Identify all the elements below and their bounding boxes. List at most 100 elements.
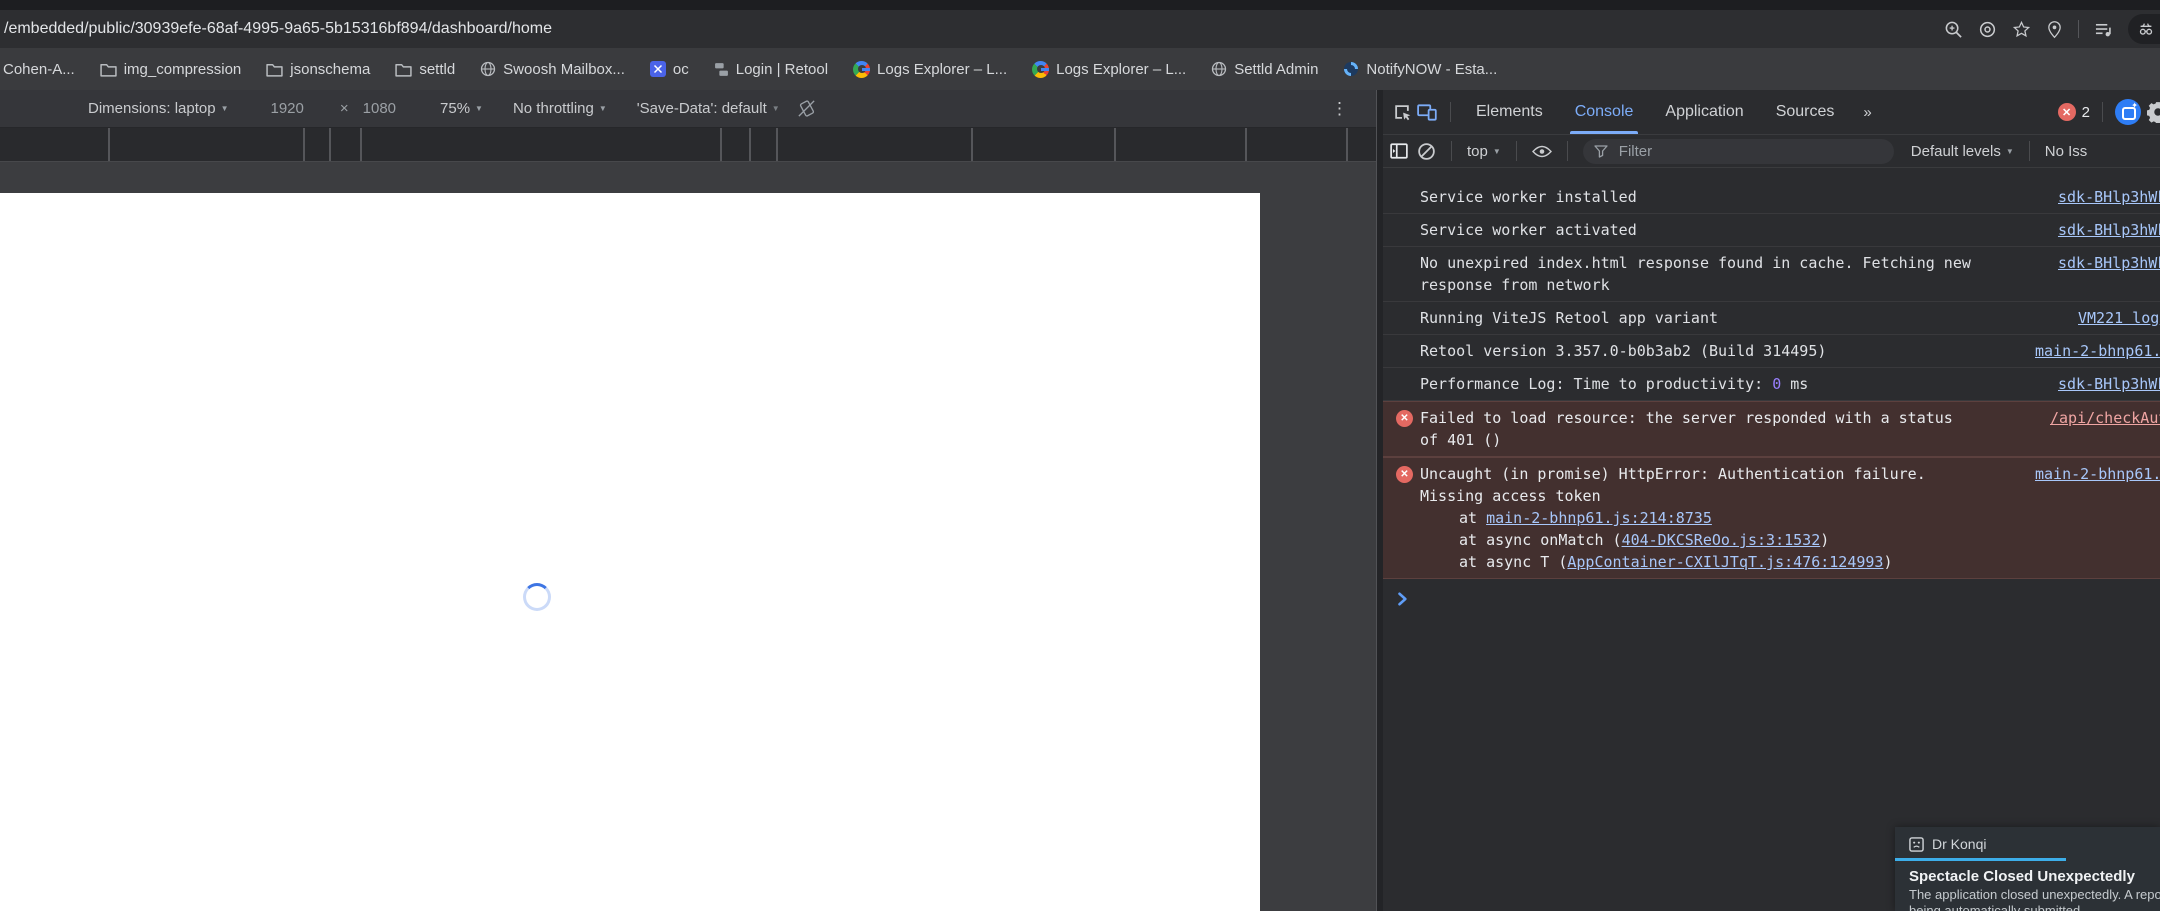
bookmark-item[interactable]: Logs Explorer – L... xyxy=(1032,60,1187,78)
settings-gear-icon[interactable] xyxy=(2147,101,2160,123)
retool-icon xyxy=(714,62,729,77)
chevron-down-icon: ▼ xyxy=(598,104,607,113)
device-select[interactable]: Dimensions: laptop ▼ xyxy=(88,100,229,117)
bookmark-item[interactable]: Logs Explorer – L... xyxy=(853,60,1007,78)
folder-icon xyxy=(395,62,412,77)
message-text: Service worker activated xyxy=(1420,221,1637,239)
page-viewport xyxy=(0,193,1260,911)
message-text: Failed to load resource: the server resp… xyxy=(1420,409,1953,449)
viewport-height-field[interactable]: 1080 xyxy=(363,100,396,117)
bookmark-item[interactable]: img_compression xyxy=(100,61,241,78)
throttling-select[interactable]: No throttling ▼ xyxy=(513,100,607,117)
divider xyxy=(2028,141,2030,161)
bookmark-item[interactable]: NotifyNOW - Esta... xyxy=(1343,61,1497,78)
location-pin-icon[interactable] xyxy=(2046,20,2063,39)
filter-box[interactable] xyxy=(1582,138,1894,164)
tab-separator xyxy=(749,128,751,161)
source-link[interactable]: VM221 log xyxy=(2078,307,2159,329)
globe-icon xyxy=(1211,61,1227,77)
device-toolbar: Dimensions: laptop ▼ 1920 × 1080 75% ▼ No … xyxy=(0,90,1376,128)
bookmark-label: Logs Explorer – L... xyxy=(1056,60,1187,78)
zoom-icon[interactable] xyxy=(1944,20,1963,39)
bookmark-item[interactable]: jsonschema xyxy=(266,61,370,78)
source-link[interactable]: sdk-BHlp3hWk xyxy=(2058,252,2160,274)
address-bar[interactable]: /embedded/public/30939efe-68af-4995-9a65… xyxy=(0,10,2160,48)
stack-link[interactable]: main-2-bhnp61.js:214:8735 xyxy=(1486,509,1712,527)
message-text: Running ViteJS Retool app variant xyxy=(1420,309,1719,327)
reader-eye-icon[interactable] xyxy=(1978,20,1997,39)
save-data-select[interactable]: 'Save-Data': default ▼ xyxy=(637,100,780,117)
media-playlist-icon[interactable] xyxy=(2094,21,2113,38)
notification-popup[interactable]: Dr Konqi Spectacle Closed Unexpectedly T… xyxy=(1895,827,2160,911)
devtools-resize-handle[interactable] xyxy=(1376,90,1383,911)
divider xyxy=(1450,102,1451,122)
error-badge[interactable]: ✕ 2 xyxy=(2057,103,2090,121)
bookmark-label: Cohen-A... xyxy=(3,60,75,78)
notification-header: Dr Konqi xyxy=(1909,836,2160,852)
devtools-panel: Elements Console Application Sources » ✕… xyxy=(1383,90,2160,911)
source-link[interactable]: main-2-bhnp61.j xyxy=(2035,463,2160,485)
tab-console[interactable]: Console xyxy=(1562,90,1647,134)
viewport-pane: Dimensions: laptop ▼ 1920 × 1080 75% ▼ No … xyxy=(0,90,1376,911)
device-toolbar-toggle-icon[interactable] xyxy=(1417,103,1438,121)
folder-icon xyxy=(266,62,283,77)
console-message: Performance Log: Time to productivity: 0… xyxy=(1383,368,2160,401)
window-top-strip xyxy=(0,0,2160,10)
source-link[interactable]: main-2-bhnp61.j xyxy=(2035,340,2160,362)
url-text[interactable]: /embedded/public/30939efe-68af-4995-9a65… xyxy=(4,20,552,38)
clear-console-icon[interactable] xyxy=(1417,142,1436,161)
device-select-label: Dimensions: laptop xyxy=(88,100,216,117)
zoom-select[interactable]: 75% ▼ xyxy=(440,100,483,117)
source-link[interactable]: sdk-BHlp3hWk xyxy=(2058,373,2160,395)
profile-chip[interactable] xyxy=(2128,14,2160,44)
extension-icon[interactable] xyxy=(2115,99,2141,125)
bookmark-item[interactable]: Settld Admin xyxy=(1211,61,1318,78)
error-badge-icon: ✕ xyxy=(2057,103,2076,121)
bookmark-item[interactable]: Login | Retool xyxy=(714,61,828,78)
context-selector[interactable]: top ▼ xyxy=(1467,143,1501,160)
bookmark-item[interactable]: Swoosh Mailbox... xyxy=(480,61,625,78)
tab-application[interactable]: Application xyxy=(1652,90,1756,134)
chevron-down-icon: ▼ xyxy=(771,104,780,113)
tab-separator xyxy=(108,128,110,161)
divider xyxy=(2078,20,2079,38)
source-link[interactable]: sdk-BHlp3hWk xyxy=(2058,186,2160,208)
tab-strip xyxy=(0,128,1376,162)
blue-app-icon xyxy=(649,61,666,77)
chevron-down-icon: ▼ xyxy=(220,104,229,113)
bookmark-item[interactable]: Cohen-A... xyxy=(3,61,75,78)
live-expression-eye-icon[interactable] xyxy=(1531,145,1552,158)
message-text: No unexpired index.html response found i… xyxy=(1420,254,1971,294)
inspect-element-icon[interactable] xyxy=(1393,103,1411,121)
console-message: Retool version 3.357.0-b0b3ab2 (Build 31… xyxy=(1383,335,2160,368)
emulation-background xyxy=(0,162,1376,911)
console-prompt[interactable] xyxy=(1397,592,2160,610)
globe-icon xyxy=(480,61,496,77)
console-message: Service worker activated sdk-BHlp3hWk xyxy=(1383,214,2160,247)
stack-link[interactable]: 404-DKCSReOo.js:3:1532 xyxy=(1622,531,1821,549)
filter-input[interactable] xyxy=(1616,141,1883,161)
error-icon: ✕ xyxy=(1396,466,1413,483)
console-message: Running ViteJS Retool app variant VM221 … xyxy=(1383,302,2160,335)
source-link[interactable]: sdk-BHlp3hWk xyxy=(2058,219,2160,241)
notification-body: The application closed unexpectedly. A r… xyxy=(1909,887,2160,911)
bookmark-star-icon[interactable] xyxy=(2012,20,2031,39)
zoom-label: 75% xyxy=(440,100,471,117)
bookmark-item[interactable]: settld xyxy=(395,61,455,78)
loading-spinner xyxy=(523,583,551,611)
viewport-width-field[interactable]: 1920 xyxy=(271,100,304,117)
source-link[interactable]: /api/checkAuth xyxy=(2050,407,2160,429)
log-levels-select[interactable]: Default levels ▼ xyxy=(1911,143,2014,160)
tab-separator xyxy=(776,128,778,161)
stack-link[interactable]: AppContainer-CXIlJTqT.js:476:124993 xyxy=(1567,553,1883,571)
bookmark-item[interactable]: oc xyxy=(649,61,689,78)
tab-elements[interactable]: Elements xyxy=(1463,90,1556,134)
tab-separator xyxy=(329,128,331,161)
tab-sources[interactable]: Sources xyxy=(1763,90,1848,134)
more-options-icon[interactable]: ⋮ xyxy=(1331,99,1348,119)
issues-counter[interactable]: No Iss xyxy=(2045,143,2088,160)
more-tabs-icon[interactable]: » xyxy=(1853,104,1882,121)
main-area: Dimensions: laptop ▼ 1920 × 1080 75% ▼ No … xyxy=(0,90,2160,911)
chevron-down-icon: ▼ xyxy=(2005,146,2014,156)
console-sidebar-toggle-icon[interactable] xyxy=(1390,143,1408,159)
